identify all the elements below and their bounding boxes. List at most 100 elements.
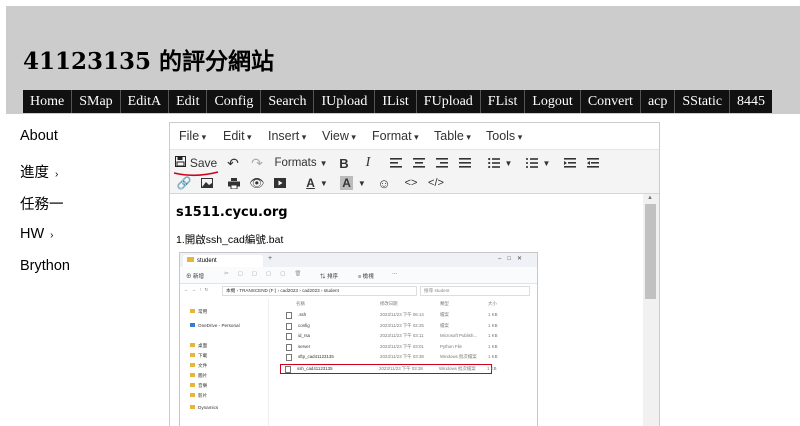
emoticon-icon[interactable]: ☺ xyxy=(376,175,392,191)
table-row: ssh_cad41123135 2023/11/23 下午 03:38 Window… xyxy=(280,363,497,374)
nav-logout[interactable]: Logout xyxy=(525,90,581,113)
print-icon[interactable] xyxy=(226,175,242,191)
submenu-arrow-icon: › xyxy=(50,229,54,241)
file-icon xyxy=(285,365,291,373)
numbered-list-icon[interactable]: ▼ xyxy=(524,154,552,172)
menu-view[interactable]: View xyxy=(322,129,356,143)
site-header: 41123135 的評分網站 Home SMap EditA Edit Config Se… xyxy=(6,6,800,114)
scroll-up-icon[interactable]: ▲ xyxy=(647,195,653,201)
indent-icon[interactable] xyxy=(585,154,601,172)
explorer-edit-icons: ✂▢▢▢▢🗑 xyxy=(224,271,311,277)
table-row: config 2023/11/23 下午 02:25 檔案 1 KB xyxy=(282,322,498,330)
file-name: .ssh xyxy=(298,312,307,317)
explorer-nav-label: 下載 xyxy=(198,353,208,358)
scroll-thumb[interactable] xyxy=(645,204,656,299)
image-icon[interactable] xyxy=(199,175,215,191)
explorer-nav-label: Dynamics xyxy=(198,405,219,410)
content-heading: s1511.cycu.org xyxy=(176,205,288,220)
folder-icon xyxy=(190,363,195,367)
explorer-column-header: 修改日期 xyxy=(380,301,398,306)
sidebar-item-3[interactable]: HW › xyxy=(20,226,70,259)
explorer-column-header: 名稱 xyxy=(296,301,305,306)
nav-edit[interactable]: Edit xyxy=(169,90,208,113)
media-icon[interactable] xyxy=(272,175,288,191)
explorer-nav-item: 影片 xyxy=(190,393,207,399)
explorer-nav-item: Dynamics xyxy=(190,405,218,410)
menu-edit[interactable]: Edit xyxy=(223,129,252,143)
folder-icon xyxy=(190,373,195,377)
sidebar-item-label: HW xyxy=(20,225,45,242)
nav-home[interactable]: Home xyxy=(23,90,73,113)
outdent-icon[interactable] xyxy=(562,154,578,172)
preview-icon[interactable]: 👁 xyxy=(249,175,265,191)
link-icon[interactable]: 🔗 xyxy=(176,175,192,191)
nav-sstatic[interactable]: SStatic xyxy=(675,90,731,113)
bullet-list-icon[interactable]: ▼ xyxy=(486,154,514,172)
file-size: 1 KB xyxy=(488,333,498,338)
nav-ilist[interactable]: IList xyxy=(375,90,417,113)
background-color-button[interactable]: A ▼ xyxy=(338,175,368,191)
nav-acp[interactable]: acp xyxy=(641,90,676,113)
folder-icon xyxy=(190,405,195,409)
nav-convert[interactable]: Convert xyxy=(581,90,641,113)
file-size: 1 KB xyxy=(488,312,498,317)
table-row: server 2023/11/23 下午 03:01 Python File 1 KB xyxy=(282,343,498,351)
file-name: sftp_cad41123135 xyxy=(298,354,334,359)
explorer-nav-item: OneDrive - Personal xyxy=(190,323,240,328)
source-code-icon[interactable]: </> xyxy=(426,175,446,191)
folder-icon xyxy=(187,257,194,262)
nav-edita[interactable]: EditA xyxy=(121,90,170,113)
formats-label: Formats xyxy=(274,157,317,169)
text-color-button[interactable]: A ▼ xyxy=(302,175,332,191)
nav-search[interactable]: Search xyxy=(261,90,315,113)
side-nav: About 進度 › 任務一 HW › Brython xyxy=(20,128,70,291)
sidebar-item-0[interactable]: About xyxy=(20,128,70,161)
save-label: Save xyxy=(189,156,218,170)
top-nav: Home SMap EditA Edit Config Search IUpload ILis… xyxy=(23,90,773,113)
explorer-file-list: 名稱 修改日期 類型 大小 .ssh 2023/11/23 下午 06:14 檔案 1 KB… xyxy=(270,299,537,426)
folder-icon xyxy=(190,323,195,327)
explorer-view-button: ≡ 檢視 xyxy=(358,274,374,280)
nav-config[interactable]: Config xyxy=(207,90,262,113)
explorer-nav-item: 下載 xyxy=(190,353,207,359)
file-icon xyxy=(286,333,292,340)
menu-file[interactable]: File xyxy=(179,129,206,143)
menu-tools[interactable]: Tools xyxy=(486,129,522,143)
explorer-commandbar: ⊕ 新增 ✂▢▢▢▢🗑 ⇅ 排序 ≡ 檢視 ··· xyxy=(180,267,537,284)
nav-iupload[interactable]: IUpload xyxy=(314,90,376,113)
file-name: config xyxy=(298,322,310,328)
code-sample-icon[interactable]: <> xyxy=(403,175,419,191)
file-type: 檔案 xyxy=(440,322,449,328)
bold-icon[interactable]: B xyxy=(336,154,352,172)
italic-icon[interactable]: I xyxy=(360,154,376,172)
sidebar-item-label: About xyxy=(20,128,58,144)
chevron-down-icon: ▼ xyxy=(319,158,328,168)
nav-fupload[interactable]: FUpload xyxy=(417,90,481,113)
align-center-icon[interactable] xyxy=(411,154,427,172)
file-date: 2023/11/23 下午 03:01 xyxy=(380,343,424,349)
rich-text-editor: File Edit Insert View Format Table Tools Save … xyxy=(169,122,660,426)
save-button[interactable]: Save xyxy=(174,154,218,172)
explorer-nav-pane: 常用 OneDrive - Personal 桌面 下載 文件 圖片 音樂 影片 Dynamic… xyxy=(180,299,269,426)
sidebar-item-2[interactable]: 任務一 xyxy=(20,193,70,226)
sidebar-item-4[interactable]: Brython xyxy=(20,258,70,291)
menu-format[interactable]: Format xyxy=(372,129,419,143)
explorer-view-label: 檢視 xyxy=(362,274,374,280)
menu-insert[interactable]: Insert xyxy=(268,129,306,143)
menu-table[interactable]: Table xyxy=(434,129,471,143)
redo-icon[interactable]: ↷ xyxy=(248,154,266,172)
align-justify-icon[interactable] xyxy=(457,154,473,172)
explorer-nav-label: 桌面 xyxy=(198,343,208,348)
nav-8445[interactable]: 8445 xyxy=(730,90,772,113)
nav-flist[interactable]: FList xyxy=(481,90,526,113)
align-right-icon[interactable] xyxy=(434,154,450,172)
editor-scrollbar[interactable]: ▲ xyxy=(643,194,659,426)
formats-dropdown[interactable]: Formats ▼ xyxy=(274,154,328,172)
undo-icon[interactable]: ↶ xyxy=(224,154,242,172)
file-size: 1 KB xyxy=(488,343,498,349)
nav-smap[interactable]: SMap xyxy=(72,90,121,113)
sidebar-item-1[interactable]: 進度 › xyxy=(20,161,70,194)
editor-content[interactable]: s1511.cycu.org 1.開啟ssh_cad編號.bat student… xyxy=(170,194,642,426)
align-left-icon[interactable] xyxy=(388,154,404,172)
explorer-nav-item: 桌面 xyxy=(190,343,207,349)
